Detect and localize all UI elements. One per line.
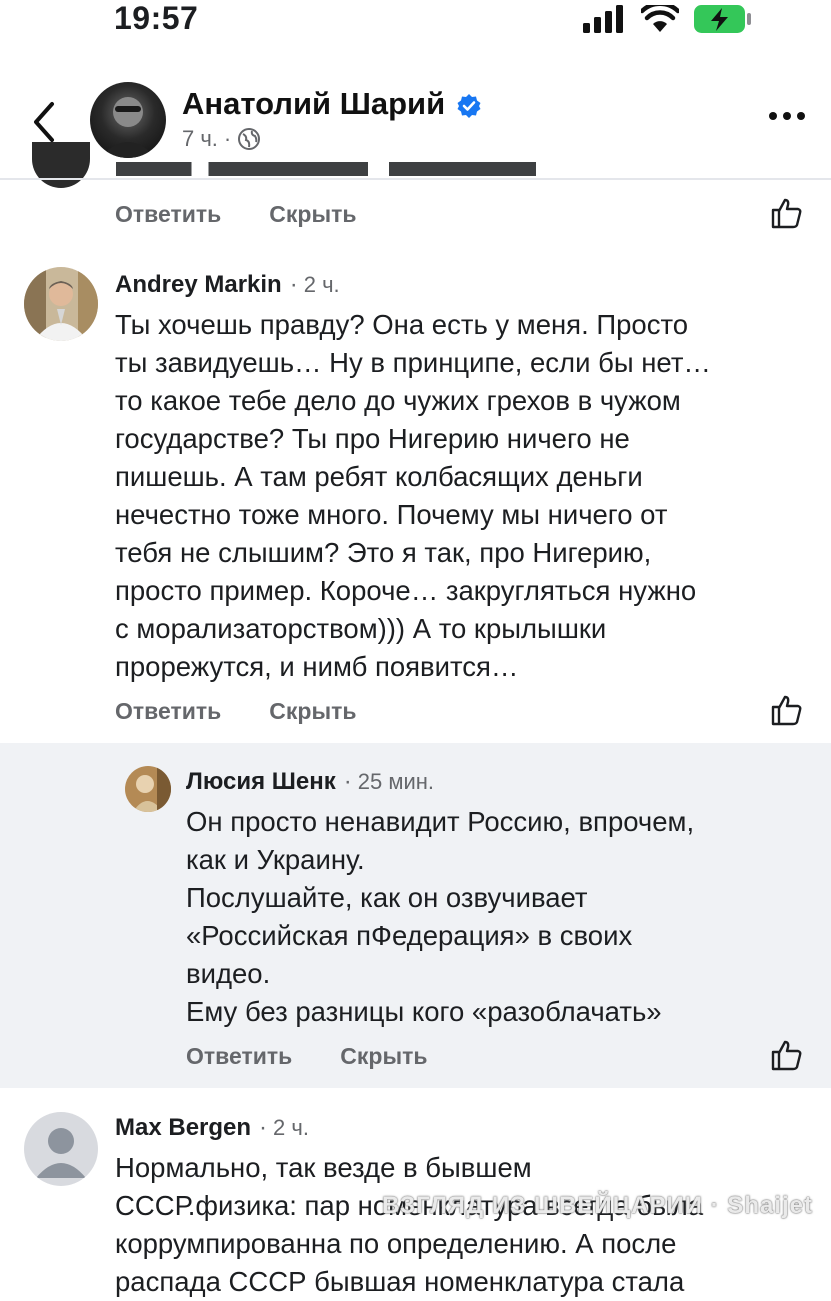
previous-comment-avatar	[32, 142, 90, 188]
post-time: 7 ч.	[182, 126, 218, 151]
comment-time: 2 ч.	[303, 272, 340, 297]
comment-author-row: Люсия Шенк · 25 мин.	[186, 768, 434, 796]
status-time: 19:57	[114, 0, 199, 36]
default-avatar-icon	[36, 1128, 86, 1178]
commenter-avatar[interactable]	[24, 267, 98, 341]
back-button[interactable]	[28, 100, 64, 144]
verified-badge-icon	[457, 94, 481, 118]
more-dots-icon	[769, 112, 777, 120]
comment-time: 25 мин.	[357, 769, 435, 794]
like-thumb-icon[interactable]	[770, 196, 804, 230]
comment-line: как и Украину.	[186, 844, 365, 875]
comment-line: «Российская пФедерация» в своих	[186, 920, 633, 951]
globe-icon	[238, 128, 261, 150]
comment-author-row: Andrey Markin · 2 ч.	[115, 271, 340, 299]
meta-separator: ·	[259, 1114, 268, 1141]
signal-icon	[583, 5, 623, 33]
more-dot	[783, 112, 791, 120]
comment-line: видео.	[186, 958, 271, 989]
reply-actions: Ответить Скрыть	[186, 1043, 428, 1070]
hide-button[interactable]: Скрыть	[269, 201, 356, 228]
comment-line: государстве? Ты про Нигерию ничего не	[115, 423, 630, 454]
meta-separator: ·	[343, 768, 352, 795]
previous-comment-text-fragment	[116, 162, 536, 176]
comment-line: прорежутся, и нимб появится…	[115, 651, 519, 682]
commenter-avatar-image	[24, 267, 98, 341]
meta-separator: ·	[223, 126, 232, 151]
reply-button[interactable]: Ответить	[186, 1043, 292, 1070]
comment-line: с морализаторством))) А то крылышки	[115, 613, 607, 644]
reply-button[interactable]: Ответить	[115, 698, 221, 725]
hide-button[interactable]: Скрыть	[340, 1043, 427, 1070]
more-options-button[interactable]	[769, 112, 805, 120]
comment-line: пишешь. А там ребят колбасящих деньги	[115, 461, 643, 492]
comment-line: просто пример. Короче… закругляться нужн…	[115, 575, 697, 606]
commenter-avatar-image	[125, 766, 171, 812]
header-divider	[0, 178, 831, 180]
comment-author[interactable]: Max Bergen	[115, 1114, 251, 1142]
hide-button[interactable]: Скрыть	[269, 698, 356, 725]
author-avatar[interactable]	[90, 82, 166, 158]
comment-text: Ты хочешь правду? Она есть у меня. Прост…	[115, 306, 711, 686]
comment-line: Он просто ненавидит Россию, впрочем,	[186, 806, 695, 837]
comment-author[interactable]: Andrey Markin	[115, 271, 282, 299]
comment-time: 2 ч.	[273, 1115, 309, 1140]
like-thumb-icon[interactable]	[770, 1038, 804, 1072]
comment-line: распада СССР бывшая номенклатура стала	[115, 1266, 685, 1297]
status-bar: 19:57	[0, 0, 831, 44]
battery-charging-icon	[694, 5, 751, 33]
commenter-avatar[interactable]	[125, 766, 171, 812]
reply-text: Он просто ненавидит Россию, впрочем, как…	[186, 803, 694, 1031]
comment-actions: Ответить Скрыть	[115, 698, 357, 725]
post-meta: 7 ч. ·	[182, 126, 261, 152]
comment-line: ты завидуешь… Ну в принципе, если бы нет…	[115, 347, 711, 378]
commenter-avatar[interactable]	[24, 1112, 98, 1186]
comment-line: Нормально, так везде в бывшем	[115, 1152, 532, 1183]
status-icons	[583, 4, 753, 34]
comment-line: тебя не слышим? Это я так, про Нигерию,	[115, 537, 652, 568]
comment-line: Ты хочешь правду? Она есть у меня. Прост…	[115, 309, 689, 340]
reply-button[interactable]: Ответить	[115, 201, 221, 228]
watermark: ВЗГЛЯД ИЗ ШВЕЙЦАРИИ · Shaijet	[382, 1192, 813, 1219]
comment-line: Ему без разницы кого «разоблачать»	[186, 996, 662, 1027]
wifi-icon	[641, 5, 679, 32]
like-thumb-icon[interactable]	[770, 693, 804, 727]
comment-line: коррумпированна по определению. А после	[115, 1228, 677, 1259]
back-chevron-icon	[34, 102, 54, 142]
comment-author[interactable]: Люсия Шенк	[186, 768, 336, 796]
comment-author-row: Max Bergen · 2 ч.	[115, 1114, 309, 1142]
comment-text: Нормально, так везде в бывшем СССР.физик…	[115, 1149, 703, 1301]
author-name[interactable]: Анатолий Шарий	[182, 86, 445, 122]
previous-comment-actions: Ответить Скрыть	[115, 201, 357, 228]
comment-line: нечестно тоже много. Почему мы ничего от	[115, 499, 668, 530]
more-dot	[797, 112, 805, 120]
comment-line: Послушайте, как он озвучивает	[186, 882, 588, 913]
meta-separator: ·	[289, 271, 298, 298]
comment-line: то какое тебе дело до чужих грехов в чуж…	[115, 385, 681, 416]
author-avatar-image	[100, 97, 156, 158]
